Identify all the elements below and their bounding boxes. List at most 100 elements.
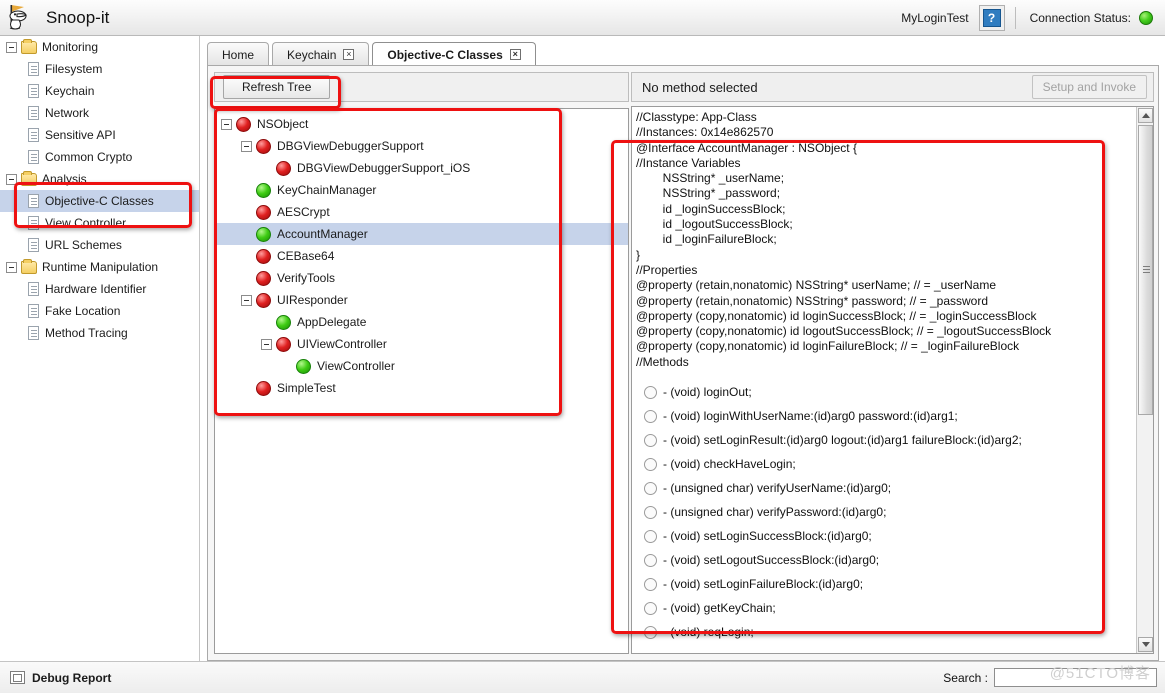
class-tree-row[interactable]: NSObject (215, 113, 628, 135)
class-status-green-icon (256, 226, 271, 242)
class-tree-row[interactable]: AppDelegate (215, 311, 628, 333)
tab-strip[interactable]: Home Keychain × Objective-C Classes × (207, 42, 1159, 66)
method-list-item[interactable]: - (void) setLoginSuccessBlock:(id)arg0; (636, 524, 1136, 548)
snoopy-dog-icon (4, 1, 38, 35)
class-tree-row[interactable]: CEBase64 (215, 245, 628, 267)
code-line: NSString* _userName; (636, 171, 785, 186)
expand-collapse-icon[interactable] (6, 261, 17, 273)
expand-collapse-icon[interactable] (6, 173, 17, 185)
class-status-red-icon (256, 292, 271, 308)
method-list-item[interactable]: - (void) reqLogin; (636, 620, 1136, 644)
sidebar-item-label: Monitoring (42, 40, 99, 54)
class-status-green-icon (256, 182, 271, 198)
sidebar-item-common-crypto[interactable]: Common Crypto (0, 146, 199, 168)
scrollbar-thumb[interactable] (1138, 125, 1153, 415)
method-list-item[interactable]: - (void) setLoginFailureBlock:(id)arg0; (636, 572, 1136, 596)
class-tree-row[interactable]: AccountManager (215, 223, 628, 245)
method-list-item[interactable]: - (unsigned char) verifyPassword:(id)arg… (636, 500, 1136, 524)
method-list-item[interactable]: - (void) getKeyChain; (636, 596, 1136, 620)
sidebar-item-objective-c-classes[interactable]: Objective-C Classes (0, 190, 199, 212)
sidebar-item-keychain[interactable]: Keychain (0, 80, 199, 102)
method-radio-button[interactable] (644, 457, 657, 471)
method-list-item[interactable]: - (void) loginWithUserName:(id)arg0 pass… (636, 404, 1136, 428)
method-radio-button[interactable] (644, 433, 657, 447)
method-radio-button[interactable] (644, 529, 657, 543)
app-title: Snoop-it (46, 7, 110, 27)
expand-collapse-icon[interactable] (6, 41, 17, 53)
code-line: id _loginSuccessBlock; (636, 201, 786, 216)
search-input[interactable] (994, 668, 1157, 687)
sidebar-item-network[interactable]: Network (0, 102, 199, 124)
code-vertical-scrollbar[interactable] (1136, 107, 1153, 653)
method-list-item[interactable]: - (void) loginOut; (636, 380, 1136, 404)
sidebar-item-view-controller[interactable]: View Controller (0, 212, 199, 234)
class-tree-row[interactable]: UIViewController (215, 333, 628, 355)
expand-collapse-icon[interactable] (241, 294, 252, 306)
tab-objective-c-classes[interactable]: Objective-C Classes × (372, 42, 536, 66)
method-list-item[interactable]: - (void) setLogoutSuccessBlock:(id)arg0; (636, 548, 1136, 572)
expand-collapse-icon[interactable] (221, 118, 232, 130)
method-signature-label: - (unsigned char) verifyPassword:(id)arg… (663, 505, 887, 520)
method-list-item[interactable]: - (void) checkHaveLogin; (636, 452, 1136, 476)
class-tree-panel: Refresh Tree NSObject DBGViewDebuggerSupp… (214, 72, 629, 654)
expand-collapse-icon[interactable] (241, 140, 252, 152)
tab-home[interactable]: Home (207, 42, 270, 66)
sidebar-item-fake-location[interactable]: Fake Location (0, 300, 199, 322)
tab-close-icon[interactable]: × (343, 49, 355, 60)
sidebar-item-analysis[interactable]: Analysis (0, 168, 199, 190)
header-divider (1014, 6, 1016, 29)
method-radio-button[interactable] (644, 553, 657, 567)
class-status-red-icon (256, 270, 271, 286)
method-radio-button[interactable] (644, 481, 657, 495)
class-tree-row[interactable]: SimpleTest (215, 377, 628, 399)
code-line: @property (retain,nonatomic) NSString* u… (636, 278, 996, 293)
setup-and-invoke-button[interactable]: Setup and Invoke (1031, 75, 1147, 99)
code-line: @property (copy,nonatomic) id loginFailu… (636, 339, 1020, 354)
method-signature-label: - (void) setLoginResult:(id)arg0 logout:… (663, 433, 1022, 448)
expand-collapse-icon[interactable] (261, 338, 272, 350)
method-radio-button[interactable] (644, 385, 657, 399)
sidebar-item-sensitive-api[interactable]: Sensitive API (0, 124, 199, 146)
sidebar-item-label: Sensitive API (45, 128, 116, 142)
class-tree-row[interactable]: DBGViewDebuggerSupport (215, 135, 628, 157)
help-button[interactable]: ? (978, 4, 1005, 31)
method-status-bar: No method selected Setup and Invoke (631, 72, 1154, 102)
sidebar-item-url-schemes[interactable]: URL Schemes (0, 234, 199, 256)
method-list-item[interactable]: - (void) setLoginResult:(id)arg0 logout:… (636, 428, 1136, 452)
navigation-sidebar[interactable]: Monitoring Filesystem Keychain Network Sensi… (0, 36, 200, 661)
method-radio-button[interactable] (644, 409, 657, 423)
tab-keychain[interactable]: Keychain × (272, 42, 370, 66)
scrollbar-grip-icon (1143, 266, 1150, 267)
tab-close-icon[interactable]: × (509, 49, 521, 60)
document-icon (28, 194, 39, 208)
code-line: //Classtype: App-Class (636, 110, 757, 124)
code-and-methods-area[interactable]: //Classtype: App-Class//Instances: 0x14e… (631, 106, 1154, 654)
debug-report-panel-icon[interactable] (10, 671, 25, 684)
sidebar-item-filesystem[interactable]: Filesystem (0, 58, 199, 80)
sidebar-item-method-tracing[interactable]: Method Tracing (0, 322, 199, 344)
app-header: Snoop-it MyLoginTest ? Connection Status… (0, 0, 1165, 36)
class-tree-row[interactable]: ViewController (215, 355, 628, 377)
sidebar-item-monitoring[interactable]: Monitoring (0, 36, 199, 58)
sidebar-item-label: Objective-C Classes (45, 194, 154, 208)
method-radio-button[interactable] (644, 625, 657, 639)
method-list-item[interactable]: - (unsigned char) verifyUserName:(id)arg… (636, 476, 1136, 500)
class-name-label: AccountManager (277, 227, 368, 241)
method-radio-button[interactable] (644, 601, 657, 615)
class-status-red-icon (256, 204, 271, 220)
method-radio-button[interactable] (644, 577, 657, 591)
class-tree-row[interactable]: KeyChainManager (215, 179, 628, 201)
class-status-red-icon (276, 160, 291, 176)
refresh-tree-button[interactable]: Refresh Tree (223, 75, 331, 99)
class-tree-row[interactable]: AESCrypt (215, 201, 628, 223)
class-tree-box[interactable]: NSObject DBGViewDebuggerSupport DBGViewDeb… (214, 108, 629, 654)
method-radio-button[interactable] (644, 505, 657, 519)
scroll-up-arrow-icon[interactable] (1138, 108, 1153, 123)
class-tree-row[interactable]: UIResponder (215, 289, 628, 311)
method-detail-panel: No method selected Setup and Invoke //Cl… (631, 72, 1154, 654)
sidebar-item-hardware-identifier[interactable]: Hardware Identifier (0, 278, 199, 300)
class-tree-row[interactable]: DBGViewDebuggerSupport_iOS (215, 157, 628, 179)
scroll-down-arrow-icon[interactable] (1138, 637, 1153, 652)
sidebar-item-runtime-manipulation[interactable]: Runtime Manipulation (0, 256, 199, 278)
class-tree-row[interactable]: VerifyTools (215, 267, 628, 289)
